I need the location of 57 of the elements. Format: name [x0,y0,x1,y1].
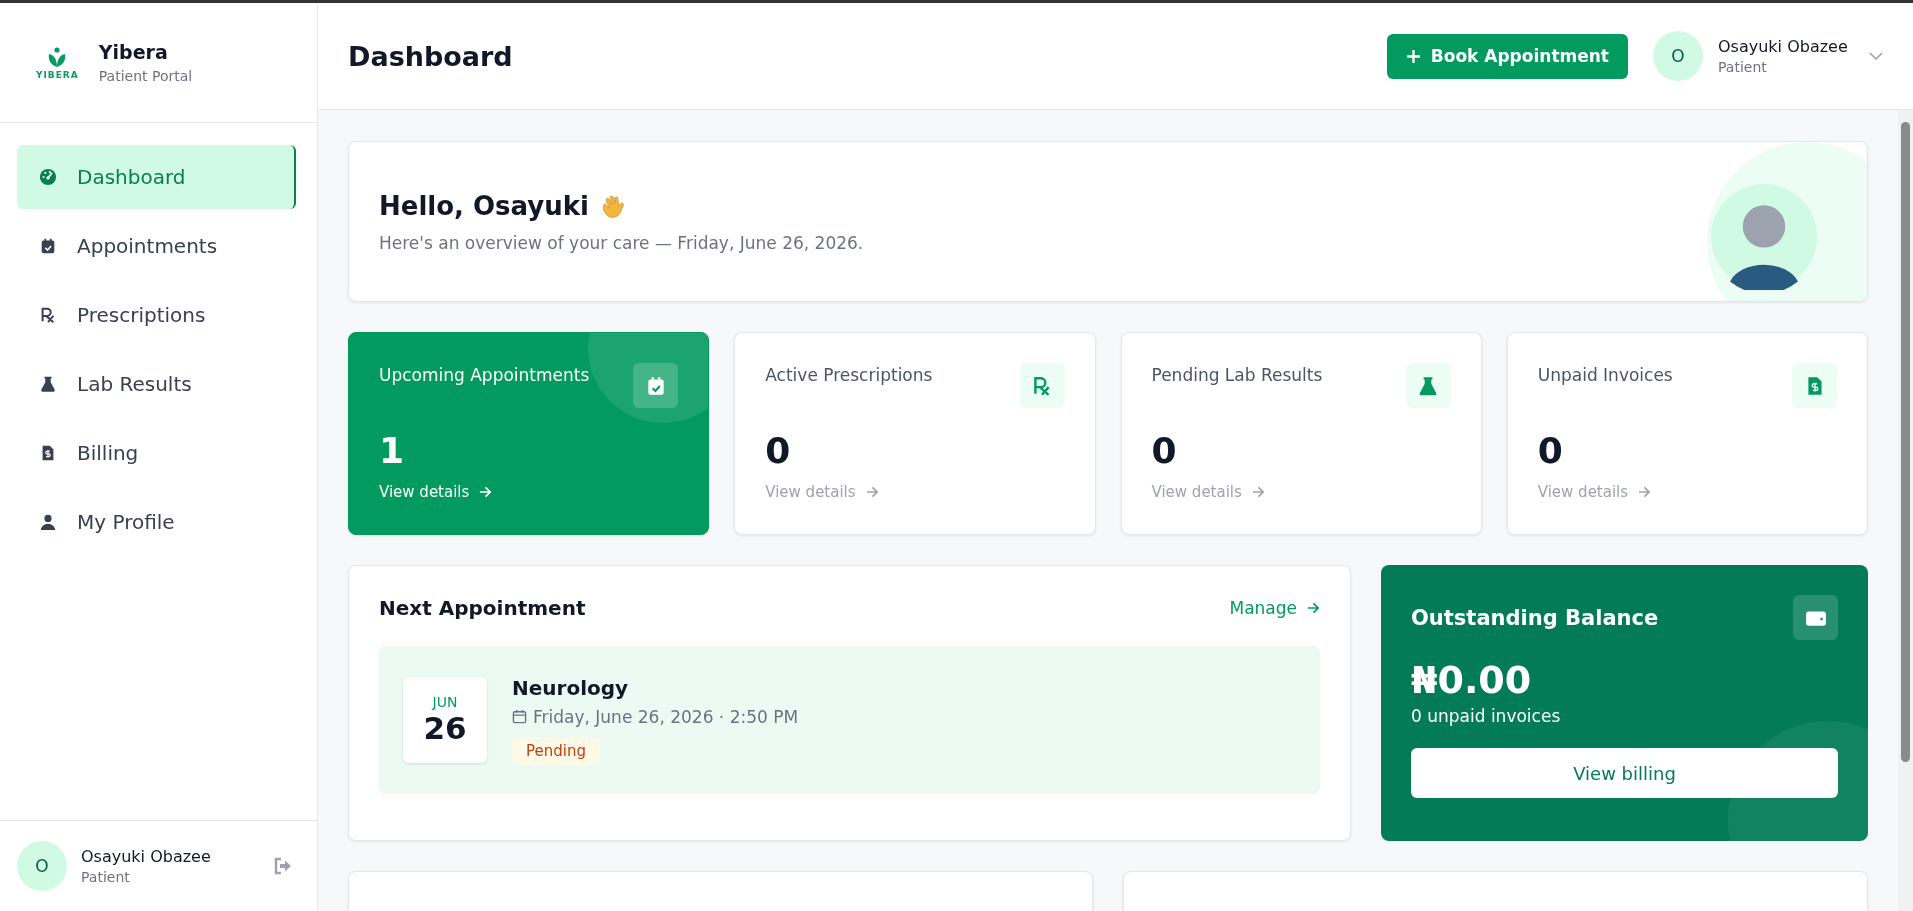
user-role: Patient [81,869,131,885]
stat-label: Unpaid Invoices [1537,365,1673,385]
brand-name: Yibera [98,41,169,63]
stat-value: 1 [379,430,406,471]
user-avatar: O [17,841,67,891]
user-avatar: O [1653,31,1703,81]
arrow-right-icon [865,486,879,498]
appointment-specialty: Neurology [512,675,629,700]
date-day: 26 [423,710,467,746]
stat-value: 0 [1151,430,1178,471]
view-details-link[interactable]: View details [379,483,493,501]
nav-item[interactable]: Dashboard [17,145,296,209]
chevron-down-icon[interactable] [1869,52,1883,60]
user-name: Osayuki Obazee [1718,37,1849,56]
plus-icon [1405,48,1421,64]
scrollbar[interactable] [1898,110,1913,911]
logout-icon[interactable] [273,857,293,875]
nav-item[interactable]: Billing [17,421,296,485]
wallet-icon [1793,595,1838,640]
arrow-right-icon [1638,486,1652,498]
person-icon [39,513,57,531]
status-badge: Pending [512,736,600,765]
nav-item[interactable]: Appointments [17,214,296,278]
balance-amount: ₦0.00 [1411,658,1533,702]
rx-icon [39,306,57,324]
appointment-item[interactable]: JUN 26 Neurology Friday, June 26, 2026 · 2:50 PM Pending [379,646,1320,794]
page-title: Dashboard [348,40,514,72]
nav-item[interactable]: Prescriptions [17,283,296,347]
stat-label: Active Prescriptions [765,365,933,385]
gauge-icon [39,168,57,186]
calendar-icon [512,709,527,724]
balance-note: 0 unpaid invoices [1411,706,1562,726]
arrow-right-icon [1307,602,1320,614]
greeting-subtitle: Here's an overview of your care — Friday, June 26, 2026. [379,232,865,253]
arrow-right-icon [1251,486,1265,498]
stat-label: Pending Lab Results [1151,365,1323,385]
stat-value: 0 [765,430,792,471]
book-appointment-button[interactable]: Book Appointment [1386,33,1628,79]
user-role: Patient [1718,59,1768,75]
section-title: Next Appointment [379,596,586,620]
view-details-link[interactable]: View details [1151,483,1265,501]
brand-subtitle: Patient Portal [98,68,193,84]
arrow-right-icon [479,486,493,498]
flask-icon [39,375,57,393]
stat-value: 0 [1537,430,1564,471]
calendar-check-icon [39,237,57,255]
user-name: Osayuki Obazee [81,847,212,866]
appointment-datetime: Friday, June 26, 2026 · 2:50 PM [533,706,799,727]
nav-item[interactable]: Lab Results [17,352,296,416]
balance-title: Outstanding Balance [1411,605,1659,630]
manage-link[interactable]: Manage [1229,598,1320,618]
nav-item[interactable]: My Profile [17,490,296,554]
view-billing-button[interactable]: View billing [1411,748,1838,798]
date-month: JUN [432,694,458,710]
logo-text: YIBERA [36,69,79,80]
greeting-title: Hello, Osayuki [379,190,589,221]
stat-label: Upcoming Appointments [379,365,590,385]
